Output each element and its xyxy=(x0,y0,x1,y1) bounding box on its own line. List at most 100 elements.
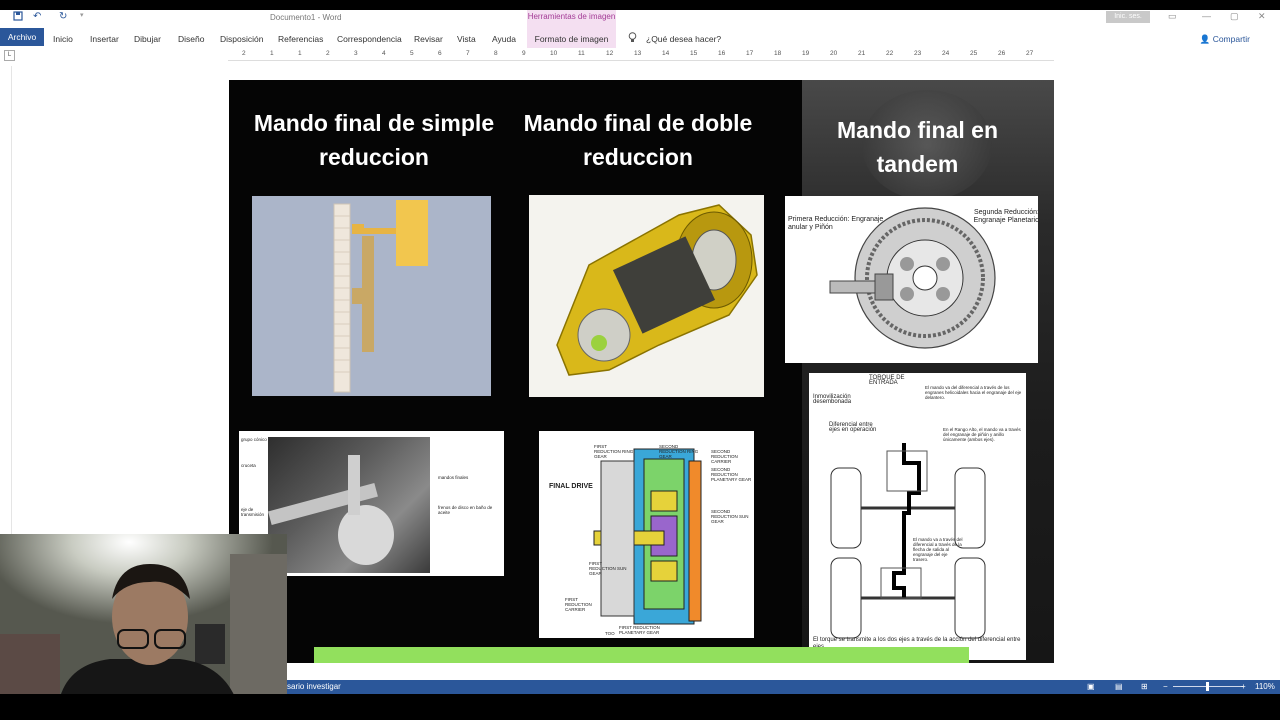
tab-vista[interactable]: Vista xyxy=(457,34,476,44)
label-primera-reduccion: Primera Reducción: Engranaje anular y Pi… xyxy=(788,216,884,231)
label-first-carrier: FIRST REDUCTION CARRIER xyxy=(565,597,592,612)
green-bar xyxy=(314,647,969,663)
title-tandem: Mando final en tandem xyxy=(837,117,998,177)
tab-inicio[interactable]: Inicio xyxy=(53,34,73,44)
ruler-number: 15 xyxy=(690,50,698,57)
tell-me-search[interactable]: ¿Qué desea hacer? xyxy=(646,34,721,44)
undo-icon[interactable]: ↶ xyxy=(33,11,41,22)
ruler-number: 18 xyxy=(774,50,782,57)
ruler-number: 21 xyxy=(858,50,866,57)
slide-image[interactable]: Mando final de simple reduccion Mando fi… xyxy=(229,80,1054,663)
title-doble: Mando final de doble reduccion xyxy=(523,110,753,170)
ruler-number: 6 xyxy=(438,50,442,57)
ruler-number: 11 xyxy=(578,50,585,57)
ruler-number: 24 xyxy=(942,50,950,57)
label-second-planetary: SECOND REDUCTION PLANETARY GEAR xyxy=(711,467,752,482)
label-torque-entrada: TORQUE DE ENTRADA xyxy=(869,375,905,386)
label-note-rango-alto: En el Rango Alto, el mando va a través d… xyxy=(943,427,1021,442)
label-first-sun: FIRST REDUCTION SUN GEAR xyxy=(589,561,627,576)
zoom-slider[interactable] xyxy=(1173,682,1243,691)
ruler-number: 5 xyxy=(410,50,414,57)
label-first-planetary: FIRST REDUCTION PLANETARY GEAR xyxy=(619,625,660,635)
web-layout-icon[interactable]: ⊞ xyxy=(1141,680,1148,694)
label-segunda-reduccion: Segunda Reducción: Engranaje Planetario xyxy=(973,209,1038,224)
tab-archivo[interactable]: Archivo xyxy=(0,28,44,46)
ruler-number: 2 xyxy=(326,50,330,57)
tab-revisar[interactable]: Revisar xyxy=(414,34,443,44)
ruler-number: 16 xyxy=(718,50,726,57)
status-text: sario investigar xyxy=(287,682,341,691)
ribbon-tabs: Archivo Inicio Insertar Dibujar Diseño D… xyxy=(0,26,1280,48)
vertical-ruler[interactable] xyxy=(3,66,12,536)
ruler-number: 9 xyxy=(522,50,526,57)
label-second-sun: SECOND REDUCTION SUN GEAR xyxy=(711,509,749,524)
tab-correspondencia[interactable]: Correspondencia xyxy=(337,34,402,44)
axle-photo xyxy=(268,437,430,573)
ruler-number: 13 xyxy=(634,50,642,57)
ruler-number: 12 xyxy=(606,50,614,57)
double-reduction-gear-image xyxy=(529,195,764,397)
title-bar: ↶ ↻ ▾ Documento1 - Word Herramientas de … xyxy=(0,10,1280,26)
customize-qat-icon[interactable]: ▾ xyxy=(80,11,84,19)
simple-reduction-gear-image xyxy=(252,196,491,396)
ruler-number: 7 xyxy=(466,50,470,57)
zoom-out-button[interactable]: − xyxy=(1163,680,1168,694)
ruler-number: 17 xyxy=(746,50,754,57)
label-note-mando-delantero: El mando va del diferencial a través de … xyxy=(925,385,1022,400)
label-frenos-disco: frenos de disco en baño de aceite xyxy=(438,505,493,515)
ruler-number: 23 xyxy=(914,50,922,57)
read-mode-icon[interactable]: ▣ xyxy=(1087,680,1095,694)
bottom-black-band xyxy=(0,694,1280,720)
maximize-icon[interactable]: ▢ xyxy=(1230,11,1239,22)
tab-referencias[interactable]: Referencias xyxy=(278,34,323,44)
person-icon: 👤 xyxy=(1199,34,1211,44)
top-black-band xyxy=(0,0,1280,10)
label-note-mando-trasero: El mando va a través del diferencial a t… xyxy=(913,537,963,562)
zoom-level[interactable]: 110% xyxy=(1255,680,1275,694)
label-inmovilizacion: Inmovilización desembonada xyxy=(813,394,852,405)
save-icon[interactable] xyxy=(13,11,23,24)
tandem-power-flow-diagram: TORQUE DE ENTRADA Inmovilización desembo… xyxy=(809,373,1026,660)
ruler-number: 25 xyxy=(970,50,978,57)
ruler-number: 2 xyxy=(242,50,246,57)
ruler-number: 22 xyxy=(886,50,894,57)
final-drive-diagram: FINAL DRIVE FIRST REDUCTION RING GEAR SE… xyxy=(539,431,754,638)
label-diferencial-ejes: Diferencial entre ejes en operación xyxy=(829,422,877,433)
tab-insertar[interactable]: Insertar xyxy=(90,34,119,44)
zoom-slider-thumb[interactable] xyxy=(1206,682,1209,691)
ruler-number: 4 xyxy=(382,50,386,57)
contextual-tab-group: Herramientas de imagen xyxy=(527,10,616,26)
horizontal-ruler[interactable]: 2 1 1 2 3 4 5 6 7 8 9 10 11 12 13 14 15 16 17 18 19 20 21 22 23 2… xyxy=(228,50,1054,61)
document-title: Documento1 - Word xyxy=(270,13,342,22)
ruler-number: 20 xyxy=(830,50,838,57)
label-eje-transmision: eje de transmisión xyxy=(241,507,265,517)
sign-in-button[interactable]: Inic. ses. xyxy=(1106,11,1150,23)
final-drive-code: TOO xyxy=(605,631,615,636)
zoom-in-button[interactable]: + xyxy=(1241,680,1246,694)
minimize-icon[interactable]: — xyxy=(1202,11,1211,21)
ruler-number: 1 xyxy=(298,50,302,57)
title-simple: Mando final de simple reduccion xyxy=(253,110,495,170)
ruler-number: 1 xyxy=(270,50,274,57)
tab-selector[interactable]: L xyxy=(4,50,15,61)
ruler-number: 8 xyxy=(494,50,498,57)
tab-disposicion[interactable]: Disposición xyxy=(220,34,263,44)
close-icon[interactable]: ✕ xyxy=(1258,11,1266,22)
ribbon-display-icon[interactable]: ▭ xyxy=(1168,11,1177,22)
tab-diseno[interactable]: Diseño xyxy=(178,34,204,44)
redo-icon[interactable]: ↻ xyxy=(59,11,67,22)
tab-ayuda[interactable]: Ayuda xyxy=(492,34,516,44)
final-drive-title: FINAL DRIVE xyxy=(549,483,593,490)
tab-dibujar[interactable]: Dibujar xyxy=(134,34,161,44)
label-cruceta: cruceta xyxy=(241,463,256,468)
status-bar: sario investigar ▣ ▤ ⊞ − + 110% xyxy=(287,680,1280,694)
label-first-ring: FIRST REDUCTION RING GEAR xyxy=(594,444,634,459)
share-button[interactable]: 👤 Compartir xyxy=(1200,34,1250,45)
label-grupo-conico: grupo cónico xyxy=(241,437,267,442)
tab-formato-de-imagen[interactable]: Formato de imagen xyxy=(527,26,616,48)
print-layout-icon[interactable]: ▤ xyxy=(1115,680,1123,694)
label-mandos-finales: mandos finales xyxy=(438,475,469,480)
ruler-number: 10 xyxy=(550,50,558,57)
ruler-row: L 2 1 1 2 3 4 5 6 7 8 9 10 11 12 13 14 15 16 17 18 19 20 21 22 2… xyxy=(0,48,1280,62)
ruler-number: 14 xyxy=(662,50,670,57)
